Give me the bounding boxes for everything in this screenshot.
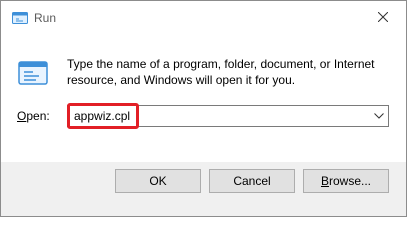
button-bar: OK Cancel Browse... (1, 162, 406, 216)
close-icon (377, 11, 389, 25)
window-title: Run (34, 11, 57, 25)
open-input[interactable]: appwiz.cpl (74, 109, 130, 123)
dialog-content: Type the name of a program, folder, docu… (1, 35, 406, 162)
open-label: Open: (17, 109, 50, 123)
ok-button[interactable]: OK (115, 169, 201, 193)
title-bar[interactable]: Run (1, 1, 406, 35)
close-button[interactable] (360, 1, 406, 35)
run-app-icon (12, 12, 28, 24)
run-dialog: Run Type the name of a program, folder, … (0, 0, 407, 217)
run-program-icon (17, 57, 49, 89)
browse-button[interactable]: Browse... (303, 169, 389, 193)
run-description: Type the name of a program, folder, docu… (67, 57, 375, 87)
cancel-button[interactable]: Cancel (209, 169, 295, 193)
chevron-down-icon[interactable] (370, 106, 388, 126)
open-combobox[interactable]: appwiz.cpl (67, 105, 389, 127)
